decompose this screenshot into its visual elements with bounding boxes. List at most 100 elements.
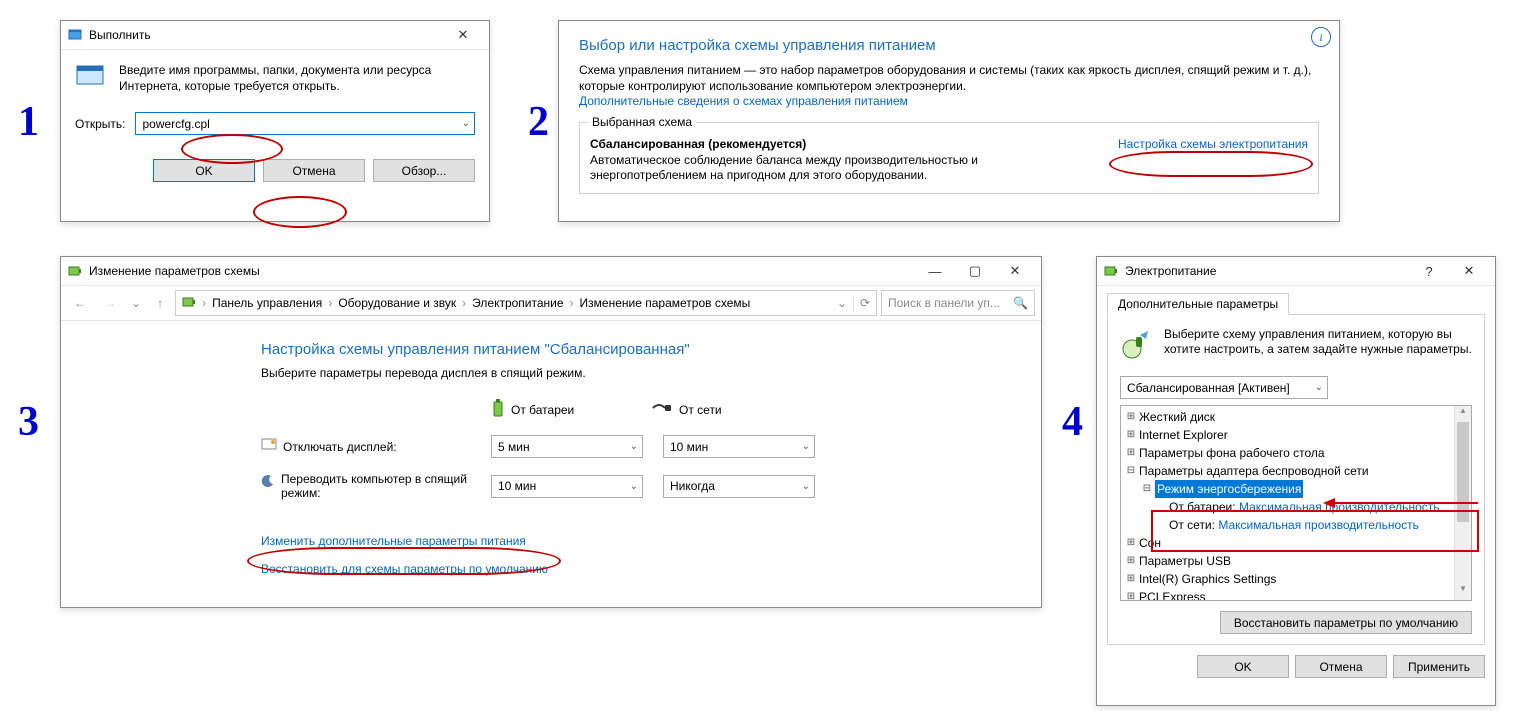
- breadcrumb-item[interactable]: Изменение параметров схемы: [580, 296, 751, 310]
- sleep-plugged-combo[interactable]: Никогда⌄: [663, 475, 815, 498]
- settings-tree[interactable]: ▲ ▼ ⊞Жесткий диск ⊞Internet Explorer ⊞Па…: [1120, 405, 1472, 601]
- plan-name: Сбалансированная (рекомендуется): [590, 137, 1098, 151]
- breadcrumb-item[interactable]: Электропитание: [472, 296, 563, 310]
- tree-item[interactable]: Параметры адаптера беспроводной сети: [1139, 462, 1369, 480]
- step-number-1: 1: [18, 98, 39, 146]
- tree-item[interactable]: Параметры фона рабочего стола: [1139, 444, 1325, 462]
- tree-item[interactable]: PCI Express: [1139, 588, 1206, 601]
- expand-icon[interactable]: ⊞: [1125, 570, 1137, 588]
- collapse-icon[interactable]: ⊟: [1141, 480, 1153, 498]
- step-number-2: 2: [528, 98, 549, 146]
- combo-value: Сбалансированная [Активен]: [1127, 381, 1290, 395]
- power-description: Схема управления питанием — это набор па…: [579, 62, 1319, 94]
- plan-select-combo[interactable]: Сбалансированная [Активен] ⌄: [1120, 376, 1328, 399]
- edit-plan-window: Изменение параметров схемы — ▢ ✕ ← → ⌄ ↑…: [60, 256, 1042, 608]
- advanced-settings-link[interactable]: Изменить дополнительные параметры питани…: [261, 534, 526, 548]
- refresh-button[interactable]: ⟳: [853, 296, 870, 310]
- expand-icon[interactable]: ⊞: [1125, 444, 1137, 462]
- close-button[interactable]: ✕: [443, 22, 483, 48]
- advanced-power-dialog: Электропитание ? ✕ Дополнительные параме…: [1096, 256, 1496, 706]
- chevron-down-icon[interactable]: ⌄: [837, 296, 847, 310]
- expand-icon[interactable]: ⊞: [1125, 408, 1137, 426]
- annotation-oval: [253, 196, 347, 228]
- apply-button[interactable]: Применить: [1393, 655, 1485, 678]
- expand-icon[interactable]: ⊞: [1125, 552, 1137, 570]
- column-plugged: От сети: [679, 403, 722, 417]
- run-icon: [67, 27, 83, 43]
- tree-item-selected[interactable]: Режим энергосбережения: [1155, 480, 1303, 498]
- forward-button[interactable]: →: [97, 290, 123, 316]
- fieldset-legend: Выбранная схема: [588, 115, 696, 129]
- close-button[interactable]: ✕: [995, 258, 1035, 284]
- tree-value[interactable]: Максимальная производительность: [1239, 498, 1440, 516]
- display-plugged-combo[interactable]: 10 мин⌄: [663, 435, 815, 458]
- titlebar: Электропитание ? ✕: [1097, 257, 1495, 286]
- more-info-link[interactable]: Дополнительные сведения о схемах управле…: [579, 94, 908, 108]
- tree-value[interactable]: Максимальная производительность: [1218, 516, 1419, 534]
- column-battery: От батареи: [511, 403, 574, 417]
- cancel-button[interactable]: Отмена: [1295, 655, 1387, 678]
- back-button[interactable]: ←: [67, 290, 93, 316]
- display-battery-combo[interactable]: 5 мин ⌄: [491, 435, 643, 458]
- chevron-right-icon: ›: [462, 296, 466, 310]
- restore-defaults-link[interactable]: Восстановить для схемы параметры по умол…: [261, 562, 548, 576]
- battery-icon: [67, 263, 83, 279]
- tree-item[interactable]: Параметры USB: [1139, 552, 1231, 570]
- power-plan-icon: [1120, 327, 1154, 364]
- tree-item[interactable]: Жесткий диск: [1139, 408, 1215, 426]
- plug-icon: [651, 402, 673, 417]
- breadcrumb-bar[interactable]: › Панель управления › Оборудование и зву…: [175, 290, 877, 316]
- run-instruction: Введите имя программы, папки, документа …: [119, 62, 475, 94]
- up-button[interactable]: ↑: [149, 292, 171, 314]
- maximize-button[interactable]: ▢: [955, 258, 995, 284]
- combo-value: 5 мин: [498, 440, 530, 454]
- chevron-down-icon: ⌄: [630, 481, 638, 492]
- ok-button[interactable]: OK: [153, 159, 255, 182]
- tree-value-label: От батареи:: [1169, 498, 1236, 516]
- breadcrumb-item[interactable]: Панель управления: [212, 296, 322, 310]
- combo-value: 10 мин: [670, 440, 708, 454]
- cancel-button[interactable]: Отмена: [263, 159, 365, 182]
- browse-button[interactable]: Обзор...: [373, 159, 475, 182]
- tree-item[interactable]: Internet Explorer: [1139, 426, 1228, 444]
- close-button[interactable]: ✕: [1449, 258, 1489, 284]
- page-subheading: Выберите параметры перевода дисплея в сп…: [261, 366, 1001, 380]
- minimize-button[interactable]: —: [915, 258, 955, 284]
- tab-additional-params[interactable]: Дополнительные параметры: [1107, 293, 1289, 315]
- expand-icon[interactable]: ⊞: [1125, 426, 1137, 444]
- combo-value: Никогда: [670, 479, 715, 493]
- chevron-down-icon[interactable]: ⌄: [131, 296, 141, 310]
- scrollbar[interactable]: ▲ ▼: [1454, 406, 1471, 600]
- chevron-right-icon: ›: [202, 296, 206, 310]
- collapse-icon[interactable]: ⊟: [1125, 462, 1137, 480]
- tree-item[interactable]: Сон: [1139, 534, 1161, 552]
- window-title: Выполнить: [89, 28, 151, 42]
- window-title: Изменение параметров схемы: [89, 264, 260, 278]
- chevron-down-icon: ⌄: [1315, 382, 1323, 393]
- ok-button[interactable]: OK: [1197, 655, 1289, 678]
- chevron-down-icon: ⌄: [630, 441, 638, 452]
- breadcrumb-item[interactable]: Оборудование и звук: [338, 296, 456, 310]
- page-heading: Настройка схемы управления питанием "Сба…: [261, 341, 1001, 358]
- search-box[interactable]: Поиск в панели уп... 🔍: [881, 290, 1035, 316]
- sleep-battery-combo[interactable]: 10 мин⌄: [491, 475, 643, 498]
- battery-icon: [182, 295, 196, 312]
- help-button[interactable]: ?: [1409, 258, 1449, 284]
- power-plan-panel: i Выбор или настройка схемы управления п…: [558, 20, 1340, 222]
- search-icon: 🔍: [1013, 296, 1028, 310]
- plan-settings-link[interactable]: Настройка схемы электропитания: [1118, 137, 1308, 151]
- help-icon[interactable]: i: [1311, 27, 1331, 47]
- tree-item[interactable]: Intel(R) Graphics Settings: [1139, 570, 1276, 588]
- expand-icon[interactable]: ⊞: [1125, 534, 1137, 552]
- step-number-4: 4: [1062, 398, 1083, 446]
- plan-description: Автоматическое соблюдение баланса между …: [590, 153, 1098, 183]
- run-dialog: Выполнить ✕ Введите имя программы, папки…: [60, 20, 490, 222]
- expand-icon[interactable]: ⊞: [1125, 588, 1137, 601]
- window-title: Электропитание: [1125, 264, 1216, 278]
- battery-icon: [1103, 263, 1119, 279]
- chevron-down-icon: ⌄: [462, 118, 470, 129]
- chevron-right-icon: ›: [570, 296, 574, 310]
- titlebar: Изменение параметров схемы — ▢ ✕: [61, 257, 1041, 285]
- restore-defaults-button[interactable]: Восстановить параметры по умолчанию: [1220, 611, 1472, 634]
- open-combobox[interactable]: powercfg.cpl ⌄: [135, 112, 475, 135]
